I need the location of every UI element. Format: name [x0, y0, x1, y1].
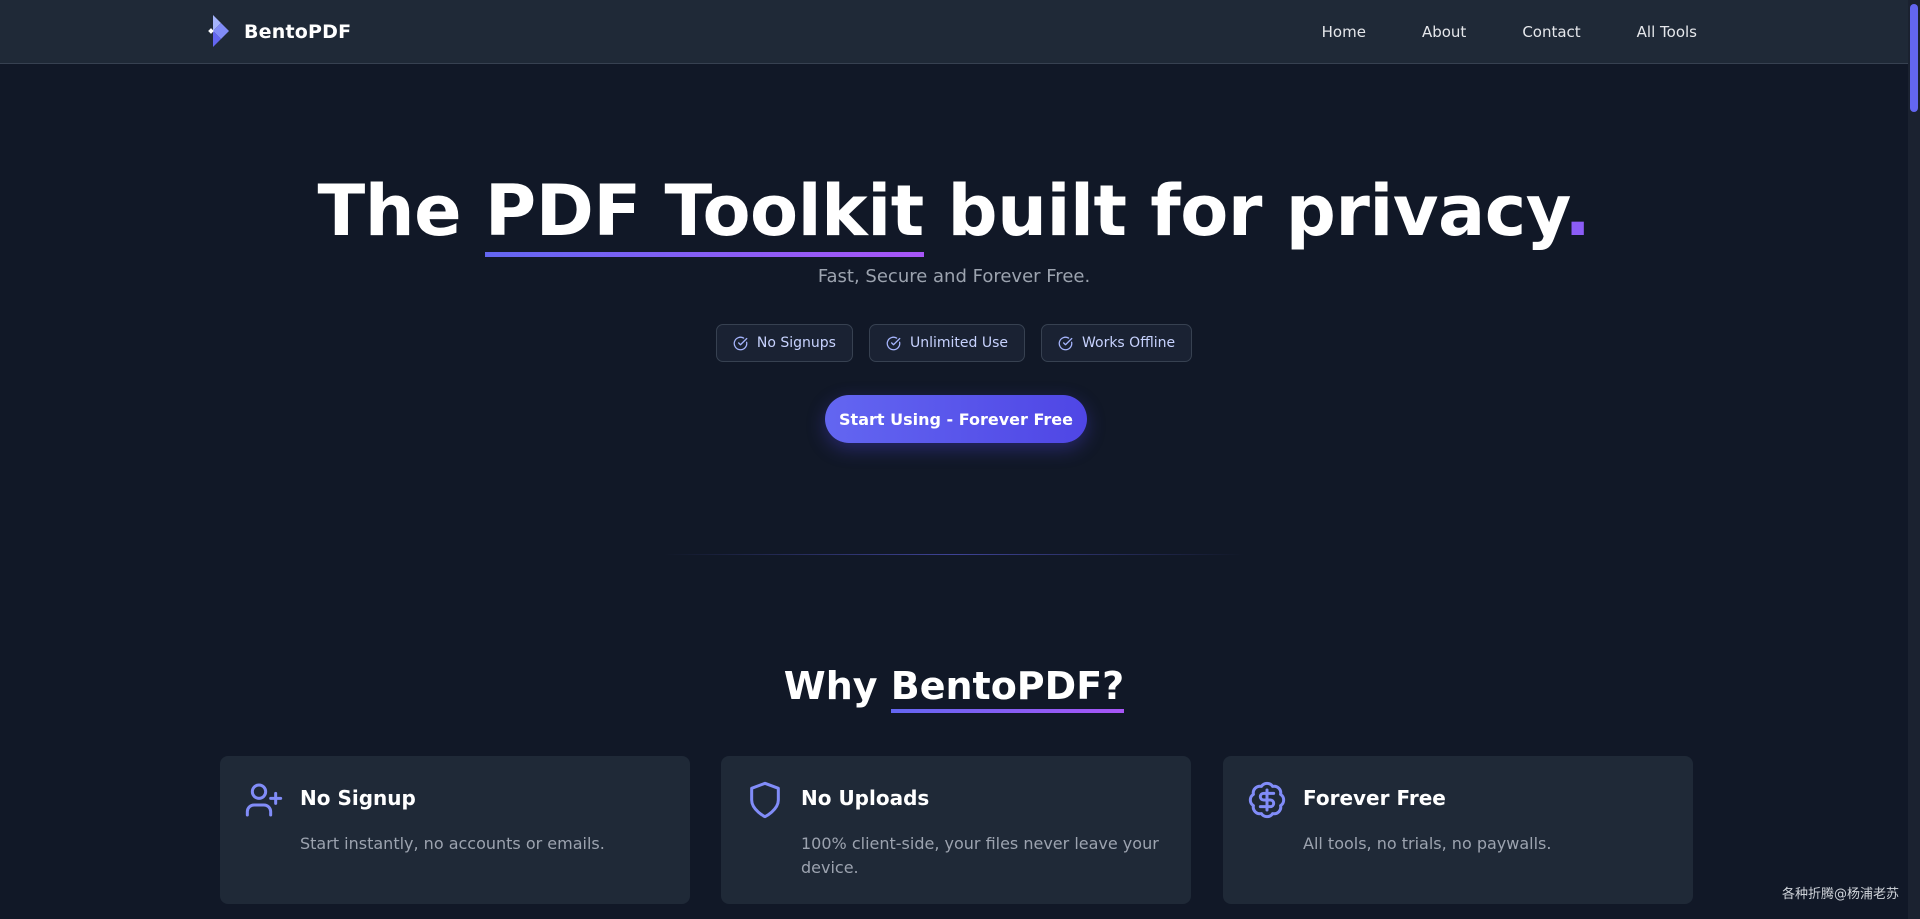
badge-label: Unlimited Use — [909, 335, 1008, 351]
badge-label: No Signups — [756, 335, 836, 351]
card-title: No Signup — [300, 786, 416, 810]
nav-link-contact[interactable]: Contact — [1522, 23, 1580, 41]
scrollbar-thumb[interactable] — [1910, 4, 1918, 112]
why-title-highlight: BentoPDF? — [890, 663, 1125, 713]
hero-title-pre: The — [317, 170, 485, 252]
badge-no-signups: No Signups — [715, 324, 853, 362]
hero-title-dot: . — [1564, 170, 1591, 252]
nav-link-all-tools[interactable]: All Tools — [1637, 23, 1697, 41]
badge-label: Works Offline — [1081, 335, 1176, 351]
why-title-pre: Why — [783, 664, 891, 708]
feature-card-no-uploads: No Uploads 100% client-side, your files … — [721, 756, 1191, 904]
card-title: No Uploads — [801, 786, 930, 810]
feature-badges: No Signups Unlimited Use Works Offline — [0, 324, 1908, 362]
user-plus-icon — [245, 783, 283, 817]
watermark-text: 各种折腾@杨浦老苏 — [1781, 887, 1899, 902]
feature-card-forever-free: Forever Free All tools, no trials, no pa… — [1223, 756, 1693, 904]
start-using-button[interactable]: Start Using - Forever Free — [825, 395, 1087, 443]
nav-links: Home About Contact All Tools — [1266, 0, 1697, 64]
badge-dollar-icon — [1248, 781, 1286, 819]
why-section-title: Why BentoPDF? — [0, 660, 1908, 713]
card-description: Start instantly, no accounts or emails. — [300, 834, 605, 853]
hero-title: The PDF Toolkit built for privacy. — [0, 166, 1908, 257]
brand-logo-link[interactable]: BentoPDF — [208, 14, 351, 50]
page-scrollbar[interactable] — [1908, 0, 1920, 919]
section-divider — [664, 554, 1244, 555]
check-circle-icon — [733, 336, 748, 350]
nav-link-about[interactable]: About — [1422, 23, 1466, 41]
bento-logo-icon — [208, 15, 229, 47]
hero-subtitle: Fast, Secure and Forever Free. — [817, 266, 1091, 287]
hero-title-post: built for privacy — [923, 170, 1565, 252]
top-navbar: BentoPDF Home About Contact All Tools — [0, 0, 1908, 64]
hero-title-highlight: PDF Toolkit — [484, 170, 924, 257]
card-description: 100% client-side, your files never leave… — [801, 834, 1159, 877]
card-description: All tools, no trials, no paywalls. — [1303, 834, 1552, 853]
brand-name: BentoPDF — [244, 21, 352, 43]
card-title: Forever Free — [1303, 786, 1446, 810]
nav-link-home[interactable]: Home — [1322, 23, 1366, 41]
badge-works-offline: Works Offline — [1040, 324, 1193, 362]
check-circle-icon — [1058, 336, 1073, 350]
shield-icon — [750, 781, 780, 819]
feature-card-no-signup: No Signup Start instantly, no accounts o… — [220, 756, 690, 904]
check-circle-icon — [886, 336, 901, 350]
badge-unlimited-use: Unlimited Use — [868, 324, 1025, 362]
